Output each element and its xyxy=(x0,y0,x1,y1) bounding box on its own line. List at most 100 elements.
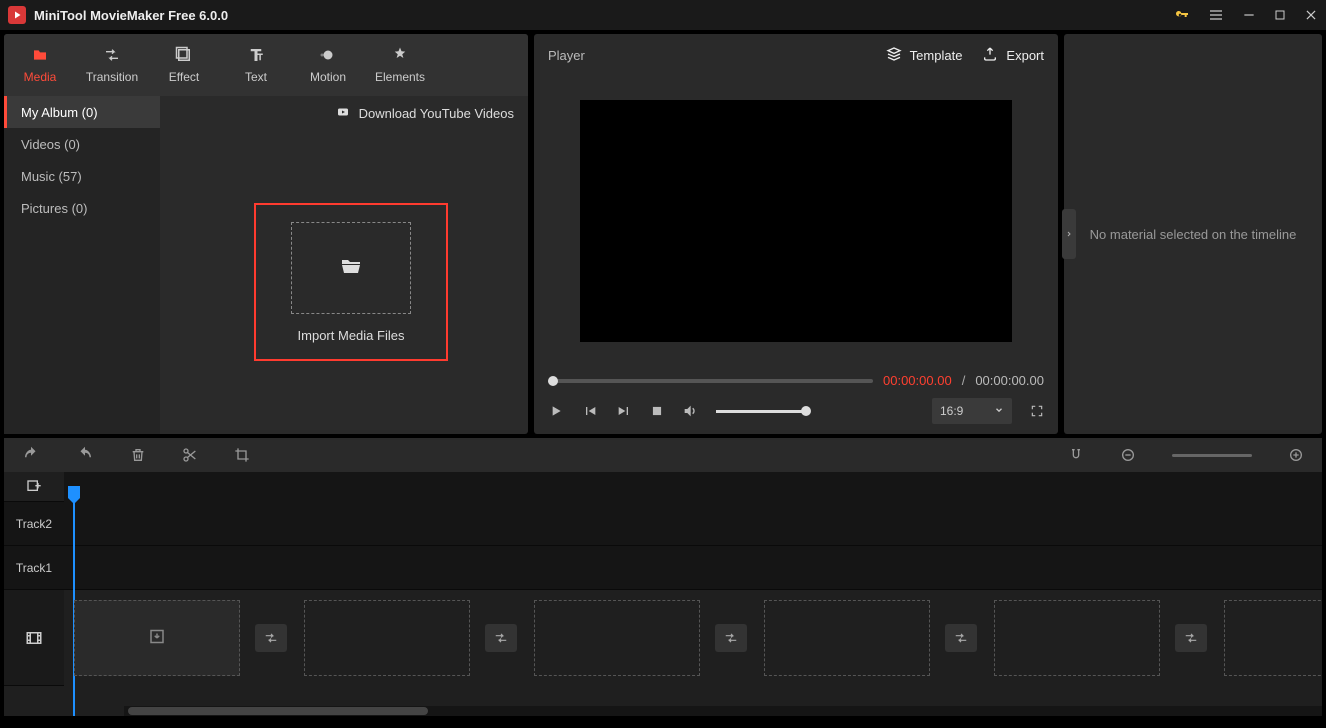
transition-slot-icon[interactable] xyxy=(1175,624,1207,652)
undo-icon[interactable] xyxy=(22,446,40,464)
media-panel: Media Transition Effect Text xyxy=(4,34,528,434)
video-track-icon[interactable] xyxy=(4,590,64,686)
track-1-lane[interactable] xyxy=(64,546,1322,590)
clip-row[interactable] xyxy=(64,590,1322,686)
motion-icon xyxy=(319,46,337,64)
download-youtube-button[interactable]: Download YouTube Videos xyxy=(335,106,514,121)
transition-slot-icon[interactable] xyxy=(255,624,287,652)
transition-slot-icon[interactable] xyxy=(485,624,517,652)
license-key-icon[interactable] xyxy=(1174,7,1190,23)
video-preview[interactable] xyxy=(580,100,1012,342)
timeline-ruler[interactable] xyxy=(64,472,1322,502)
titlebar: MiniTool MovieMaker Free 6.0.0 xyxy=(0,0,1326,30)
folder-open-icon xyxy=(337,254,365,281)
folder-icon xyxy=(30,46,50,64)
playhead[interactable] xyxy=(68,486,80,498)
export-icon xyxy=(982,46,998,65)
zoom-slider[interactable] xyxy=(1172,454,1252,457)
export-label: Export xyxy=(1006,48,1044,63)
close-icon[interactable] xyxy=(1304,8,1318,22)
time-current: 00:00:00.00 xyxy=(883,373,952,388)
main-tabs: Media Transition Effect Text xyxy=(4,34,528,96)
player-panel: Player Template Export 00:00:00.00 / xyxy=(534,34,1058,434)
track-label-1[interactable]: Track1 xyxy=(4,546,64,590)
add-track-button[interactable] xyxy=(4,472,64,502)
import-label: Import Media Files xyxy=(298,328,405,343)
menu-icon[interactable] xyxy=(1208,7,1224,23)
clip-slot[interactable] xyxy=(534,600,700,676)
app-title: MiniTool MovieMaker Free 6.0.0 xyxy=(34,8,1174,23)
download-arrow-icon xyxy=(148,628,166,649)
tab-media[interactable]: Media xyxy=(4,34,76,96)
tab-effect-label: Effect xyxy=(169,70,199,84)
sidebar-item-my-album[interactable]: My Album (0) xyxy=(4,96,160,128)
download-youtube-label: Download YouTube Videos xyxy=(359,106,514,121)
track-label-2[interactable]: Track2 xyxy=(4,502,64,546)
tab-media-label: Media xyxy=(24,70,57,84)
time-total: 00:00:00.00 xyxy=(975,373,1044,388)
scrub-bar[interactable] xyxy=(548,379,873,383)
app-logo xyxy=(8,6,26,24)
stop-icon[interactable] xyxy=(650,404,664,418)
transition-slot-icon[interactable] xyxy=(715,624,747,652)
timeline-left-column: Track2 Track1 xyxy=(4,472,64,716)
media-area: Download YouTube Videos Import Media Fil… xyxy=(160,96,528,434)
zoom-in-icon[interactable] xyxy=(1288,447,1304,463)
minimize-icon[interactable] xyxy=(1242,8,1256,22)
prev-frame-icon[interactable] xyxy=(582,403,598,419)
track-2-lane[interactable] xyxy=(64,502,1322,546)
timeline-toolbar xyxy=(4,438,1322,472)
youtube-icon xyxy=(335,106,351,121)
tab-motion[interactable]: Motion xyxy=(292,34,364,96)
maximize-icon[interactable] xyxy=(1274,9,1286,21)
transition-icon xyxy=(102,46,122,64)
collapse-handle[interactable] xyxy=(1062,209,1076,259)
sidebar-item-music[interactable]: Music (57) xyxy=(4,160,160,192)
timeline-tracks[interactable] xyxy=(64,472,1322,716)
preview-area xyxy=(534,76,1058,365)
import-dashed-area xyxy=(291,222,411,314)
clip-slot[interactable] xyxy=(74,600,240,676)
play-icon[interactable] xyxy=(548,403,564,419)
tab-transition-label: Transition xyxy=(86,70,138,84)
snap-icon[interactable] xyxy=(1068,447,1084,463)
split-icon[interactable] xyxy=(182,447,198,463)
clip-slot[interactable] xyxy=(1224,600,1322,676)
delete-icon[interactable] xyxy=(130,447,146,463)
sidebar-item-videos[interactable]: Videos (0) xyxy=(4,128,160,160)
empty-properties-msg: No material selected on the timeline xyxy=(1090,227,1297,242)
next-frame-icon[interactable] xyxy=(616,403,632,419)
media-sidebar: My Album (0) Videos (0) Music (57) Pictu… xyxy=(4,96,160,434)
timeline-scrollbar[interactable] xyxy=(124,706,1322,716)
clip-slot[interactable] xyxy=(764,600,930,676)
player-title: Player xyxy=(548,48,866,63)
aspect-ratio-select[interactable]: 16:9 xyxy=(932,398,1012,424)
tab-motion-label: Motion xyxy=(310,70,346,84)
timeline-body: Track2 Track1 xyxy=(4,472,1322,716)
tab-elements[interactable]: Elements xyxy=(364,34,436,96)
tab-transition[interactable]: Transition xyxy=(76,34,148,96)
export-button[interactable]: Export xyxy=(982,46,1044,65)
time-separator: / xyxy=(962,373,966,388)
import-media-button[interactable]: Import Media Files xyxy=(254,203,448,361)
clip-slot[interactable] xyxy=(304,600,470,676)
clip-slot[interactable] xyxy=(994,600,1160,676)
template-icon xyxy=(886,46,902,65)
crop-icon[interactable] xyxy=(234,447,250,463)
fullscreen-icon[interactable] xyxy=(1030,404,1044,418)
tab-text-label: Text xyxy=(245,70,267,84)
volume-slider[interactable] xyxy=(716,410,806,413)
tab-effect[interactable]: Effect xyxy=(148,34,220,96)
tab-elements-label: Elements xyxy=(375,70,425,84)
elements-icon xyxy=(391,46,409,64)
effect-icon xyxy=(175,46,193,64)
properties-panel: No material selected on the timeline xyxy=(1064,34,1322,434)
timeline-panel: Track2 Track1 xyxy=(4,438,1322,716)
tab-text[interactable]: Text xyxy=(220,34,292,96)
sidebar-item-pictures[interactable]: Pictures (0) xyxy=(4,192,160,224)
redo-icon[interactable] xyxy=(76,446,94,464)
zoom-out-icon[interactable] xyxy=(1120,447,1136,463)
volume-icon[interactable] xyxy=(682,403,698,419)
template-button[interactable]: Template xyxy=(886,46,963,65)
transition-slot-icon[interactable] xyxy=(945,624,977,652)
